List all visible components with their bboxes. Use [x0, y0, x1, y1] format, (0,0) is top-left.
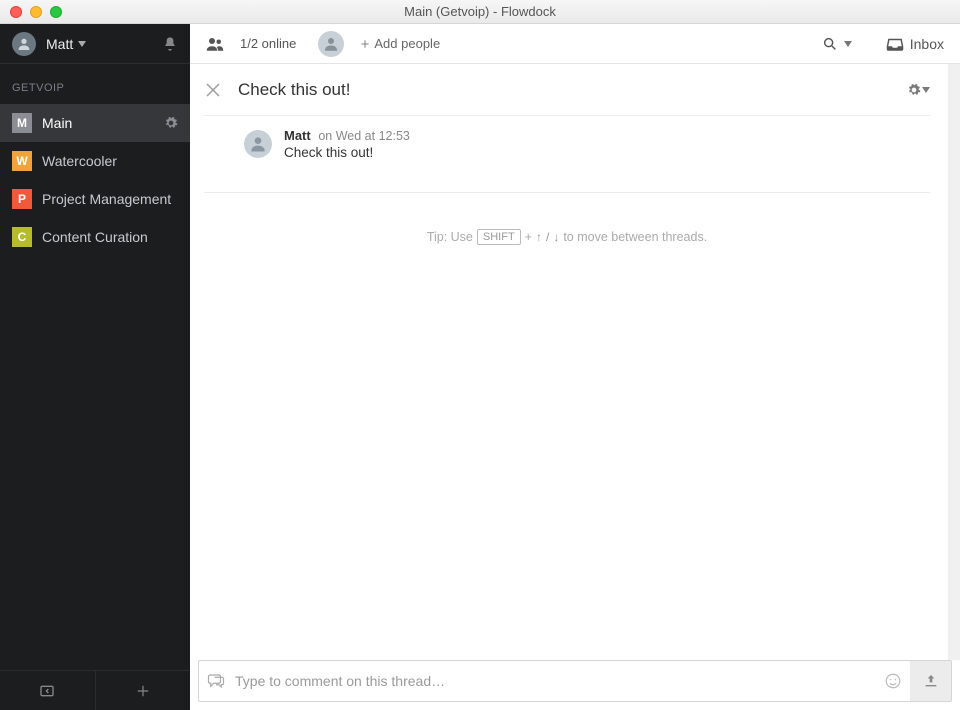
composer-input[interactable]: [235, 673, 874, 689]
gear-icon: [907, 83, 921, 97]
message-time: on Wed at 12:53: [318, 129, 410, 143]
arrow-down-icon: ↓: [553, 230, 559, 244]
sidebar-item-watercooler[interactable]: W Watercooler: [0, 142, 190, 180]
message-row: Matt on Wed at 12:53 Check this out!: [244, 128, 930, 160]
thread-tip: Tip: Use SHIFT + ↑ / ↓ to move between thr…: [204, 229, 930, 245]
current-user-name: Matt: [46, 36, 73, 52]
upload-button[interactable]: [910, 660, 952, 702]
thread-settings-button[interactable]: [907, 83, 930, 97]
search-icon: [822, 36, 838, 52]
tip-text: Tip: Use: [427, 230, 473, 244]
arrow-up-icon: ↑: [536, 230, 542, 244]
upload-icon: [923, 673, 939, 689]
search-button[interactable]: [822, 36, 852, 52]
people-icon: [206, 37, 224, 51]
avatar-icon: [12, 32, 36, 56]
channel-label: Project Management: [42, 191, 171, 207]
thread-title: Check this out!: [238, 80, 907, 100]
channel-avatar: M: [12, 113, 32, 133]
close-thread-button[interactable]: [204, 81, 232, 99]
window-title: Main (Getvoip) - Flowdock: [0, 4, 960, 19]
add-people-label: Add people: [374, 36, 440, 51]
message-body: Check this out!: [284, 145, 410, 160]
add-people-button[interactable]: Add people: [360, 36, 440, 51]
inbox-icon: [886, 37, 904, 51]
channel-avatar: C: [12, 227, 32, 247]
sidebar-item-content-curation[interactable]: C Content Curation: [0, 218, 190, 256]
current-user-menu[interactable]: Matt: [0, 24, 190, 64]
sidebar-item-main[interactable]: M Main: [0, 104, 190, 142]
avatar-icon[interactable]: [318, 31, 344, 57]
collapse-sidebar-button[interactable]: [0, 671, 95, 710]
caret-down-icon: [78, 41, 86, 47]
topbar: 1/2 online Add people Inbox: [190, 24, 960, 64]
sidebar-item-project-management[interactable]: P Project Management: [0, 180, 190, 218]
tip-text: +: [525, 230, 532, 244]
chat-icon: [207, 673, 225, 689]
caret-down-icon: [844, 41, 852, 47]
main-panel: 1/2 online Add people Inbox: [190, 24, 960, 710]
tip-text: to move between threads.: [563, 230, 707, 244]
channel-label: Main: [42, 115, 72, 131]
tip-text: /: [546, 230, 549, 244]
shift-key: SHIFT: [477, 229, 521, 245]
plus-icon: [360, 39, 370, 49]
avatar-icon: [244, 130, 272, 158]
channel-avatar: P: [12, 189, 32, 209]
notifications-button[interactable]: [162, 36, 178, 52]
sidebar: Matt GETVOIP M Main W Watercooler P Proj…: [0, 24, 190, 710]
org-label: GETVOIP: [0, 64, 190, 104]
channel-label: Content Curation: [42, 229, 148, 245]
online-count[interactable]: 1/2 online: [240, 36, 296, 51]
add-button[interactable]: [95, 671, 191, 710]
thread-view: Check this out! Matt on Wed at 12:53: [190, 64, 960, 660]
emoji-button[interactable]: [884, 672, 902, 690]
channel-label: Watercooler: [42, 153, 117, 169]
window-titlebar: Main (Getvoip) - Flowdock: [0, 0, 960, 24]
composer: [198, 660, 910, 702]
inbox-label: Inbox: [910, 36, 944, 52]
caret-down-icon: [922, 87, 930, 93]
channel-avatar: W: [12, 151, 32, 171]
channel-settings-button[interactable]: [164, 116, 178, 130]
message-author: Matt: [284, 128, 311, 143]
inbox-button[interactable]: Inbox: [886, 36, 944, 52]
